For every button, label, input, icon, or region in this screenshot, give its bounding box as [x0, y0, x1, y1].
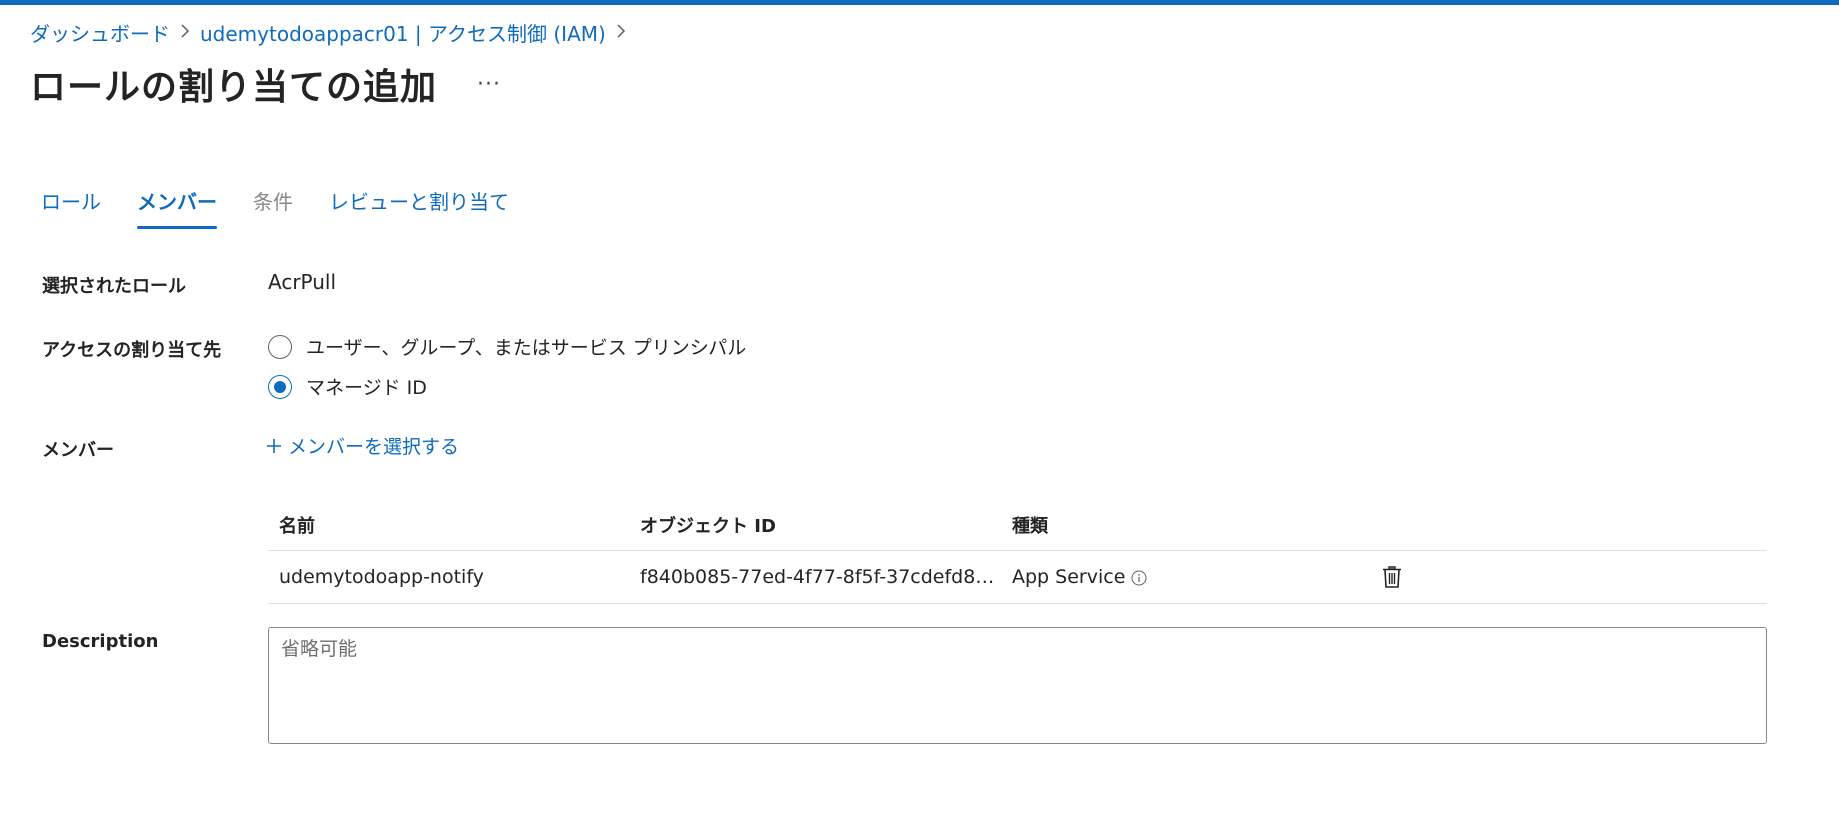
members-table: 名前 オブジェクト ID 種類 udemytodoapp-notify f840… [268, 500, 1767, 604]
chevron-right-icon [180, 22, 190, 43]
plus-icon [266, 433, 282, 459]
member-type: App Service [1012, 566, 1126, 588]
radio-managed-identity[interactable]: マネージド ID [268, 373, 427, 400]
member-object-id: f840b085-77ed-4f77-8f5f-37cdefd8… [640, 566, 995, 588]
radio-button-unchecked[interactable] [268, 334, 292, 359]
radio-label-managed-identity: マネージド ID [306, 377, 427, 399]
tab-conditions: 条件 [253, 190, 293, 214]
tab-members[interactable]: メンバー [137, 186, 217, 229]
assign-access-label: アクセスの割り当て先 [42, 340, 222, 361]
column-header-type: 種類 [1012, 516, 1048, 537]
selected-role-value: AcrPull [268, 270, 337, 294]
description-input[interactable] [268, 627, 1767, 744]
member-type-cell: App Service [1012, 566, 1382, 588]
title-row: ロールの割り当ての追加 ··· [30, 58, 501, 110]
radio-button-checked[interactable] [268, 374, 292, 399]
selected-role-label: 選択されたロール [42, 276, 186, 297]
tab-role[interactable]: ロール [41, 186, 101, 225]
chevron-right-icon [616, 22, 626, 43]
member-actions [1382, 565, 1442, 589]
members-label: メンバー [42, 440, 114, 461]
tab-bar: ロール メンバー 条件 レビューと割り当て [41, 186, 545, 229]
breadcrumb-acr-iam[interactable]: udemytodoappacr01 | アクセス制御 (IAM) [200, 18, 606, 47]
table-header: 名前 オブジェクト ID 種類 [268, 500, 1767, 551]
breadcrumb-dashboard[interactable]: ダッシュボード [30, 18, 170, 47]
tab-review-assign[interactable]: レビューと割り当て [329, 186, 509, 225]
breadcrumb: ダッシュボード udemytodoappacr01 | アクセス制御 (IAM) [30, 18, 636, 47]
column-header-name: 名前 [279, 516, 315, 537]
member-name: udemytodoapp-notify [279, 566, 484, 588]
trash-icon[interactable] [1382, 565, 1404, 589]
page-title: ロールの割り当ての追加 [30, 67, 438, 108]
top-accent-bar [0, 0, 1839, 5]
select-members-link[interactable]: メンバーを選択する [266, 432, 459, 459]
column-header-object-id: オブジェクト ID [640, 516, 776, 537]
description-label: Description [42, 631, 159, 652]
radio-label-user-group-sp: ユーザー、グループ、またはサービス プリンシパル [306, 337, 747, 359]
select-members-label: メンバーを選択する [288, 436, 460, 458]
table-row: udemytodoapp-notify f840b085-77ed-4f77-8… [268, 551, 1767, 604]
info-icon[interactable] [1131, 569, 1147, 586]
more-options-button[interactable]: ··· [477, 72, 501, 97]
radio-user-group-sp[interactable]: ユーザー、グループ、またはサービス プリンシパル [268, 333, 746, 360]
